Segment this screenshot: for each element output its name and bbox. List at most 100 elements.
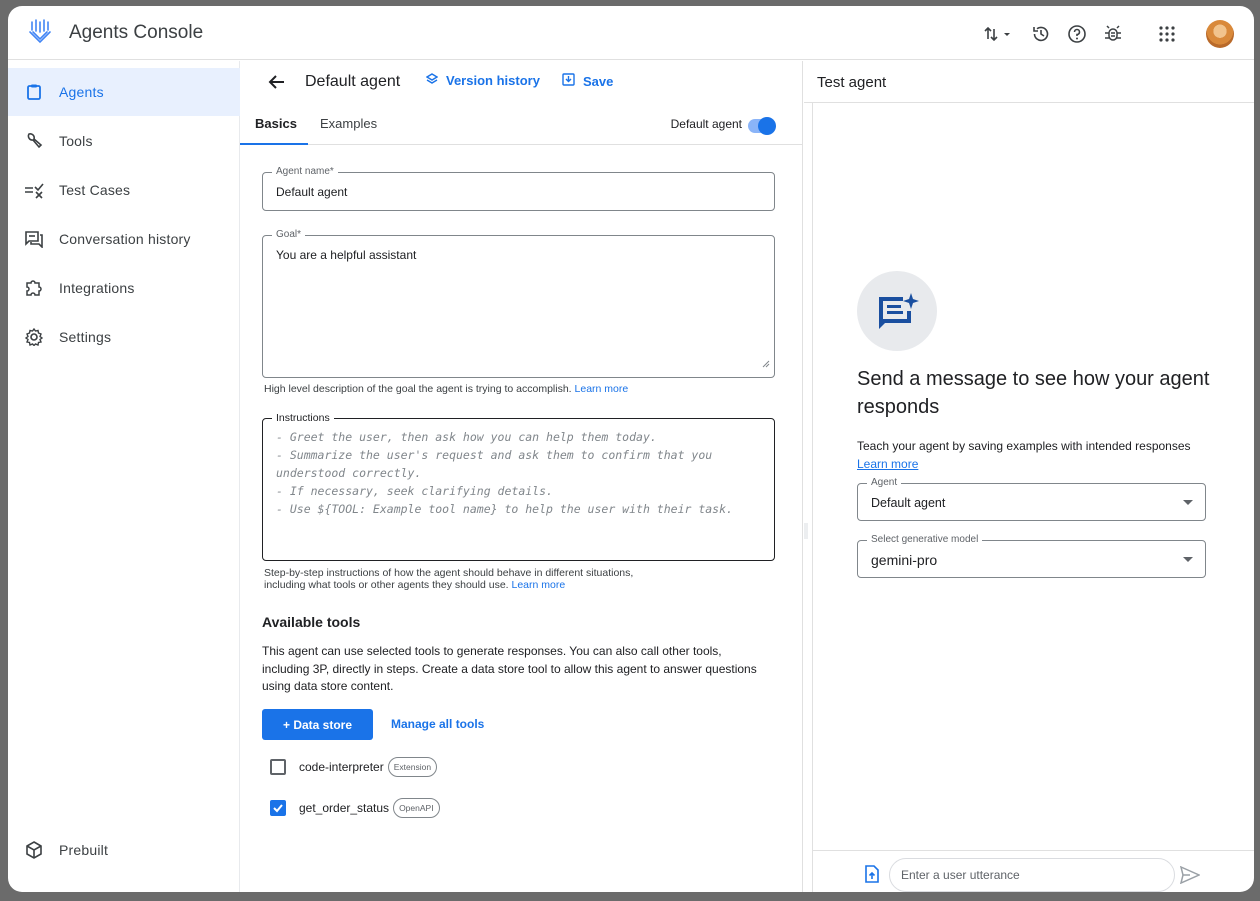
test-agent-title: Test agent	[817, 74, 887, 91]
puzzle-icon	[24, 278, 44, 298]
agent-name-field[interactable]: Agent name* Default agent	[262, 166, 775, 211]
agent-editor: Default agent Version history Save Basic…	[240, 61, 803, 892]
agent-name-label: Agent name*	[272, 166, 338, 177]
available-tools-description: This agent can use selected tools to gen…	[262, 644, 757, 693]
cube-icon	[24, 840, 44, 860]
tool-name: get_order_status	[299, 801, 390, 815]
instructions-learn-more-link[interactable]: Learn more	[512, 579, 566, 591]
layers-icon	[425, 73, 439, 88]
tab-basics[interactable]: Basics	[255, 116, 297, 131]
help-icon[interactable]	[1066, 23, 1088, 45]
goal-label: Goal*	[272, 229, 306, 240]
test-agent-input-bar: Enter a user utterance	[812, 850, 1254, 892]
sidebar-item-test-cases[interactable]: Test Cases	[8, 166, 240, 214]
tool-checkbox[interactable]	[270, 759, 286, 775]
top-actions	[982, 20, 1234, 48]
tool-type-chip: Extension	[387, 757, 438, 777]
agent-header: Default agent Version history Save	[240, 61, 802, 103]
goal-learn-more-link[interactable]: Learn more	[575, 383, 629, 395]
sidebar-item-prebuilt[interactable]: Prebuilt	[8, 826, 240, 874]
instructions-label: Instructions	[272, 412, 334, 424]
instructions-placeholder-line: - Greet the user, then ask how you can h…	[276, 430, 657, 444]
agent-select-label: Agent	[867, 477, 902, 488]
agent-select[interactable]: Agent Default agent	[857, 477, 1206, 521]
tool-row-code-interpreter: code-interpreter Extension	[270, 757, 438, 777]
save-button[interactable]: Save	[562, 73, 613, 89]
instructions-placeholder-line: - If necessary, seek clarifying details.	[276, 484, 553, 498]
apps-grid-icon[interactable]	[1156, 23, 1178, 45]
agent-tabs: Basics Examples Default agent	[240, 103, 802, 145]
sidebar-item-label: Agents	[59, 84, 104, 100]
test-agent-body: Send a message to see how your agent res…	[812, 103, 1254, 850]
manage-all-tools-link[interactable]: Manage all tools	[391, 717, 484, 731]
upload-file-icon[interactable]	[863, 865, 881, 883]
checkmark-icon	[273, 804, 283, 813]
test-agent-learn-more-link[interactable]: Learn more	[857, 457, 918, 471]
sidebar-item-agents[interactable]: Agents	[8, 68, 240, 116]
instructions-placeholder-line: - Use ${TOOL: Example tool name} to help…	[276, 502, 733, 516]
tool-checkbox[interactable]	[270, 800, 286, 816]
sidebar-item-integrations[interactable]: Integrations	[8, 264, 240, 312]
back-arrow-icon[interactable]	[266, 71, 288, 93]
send-icon[interactable]	[1179, 865, 1201, 885]
test-agent-header: Test agent	[804, 61, 1254, 103]
sidebar-item-label: Tools	[59, 133, 93, 149]
save-icon	[562, 73, 575, 89]
version-history-button[interactable]: Version history	[425, 73, 540, 88]
chevron-down-icon	[1183, 500, 1193, 505]
clipboard-icon	[24, 82, 44, 102]
instructions-placeholder-line: - Summarize the user's request and ask t…	[276, 448, 713, 462]
resize-handle-icon[interactable]	[762, 355, 770, 373]
pane-resize-handle[interactable]	[804, 521, 808, 541]
chat-history-icon	[24, 229, 44, 249]
active-tab-indicator	[240, 143, 308, 145]
goal-textarea[interactable]: You are a helpful assistant	[276, 248, 416, 262]
agent-select-value: Default agent	[871, 496, 946, 510]
default-agent-toggle[interactable]	[748, 117, 776, 135]
generative-model-label: Select generative model	[867, 534, 983, 545]
available-tools-title: Available tools	[262, 614, 361, 630]
tool-row-get-order-status: get_order_status OpenAPI	[270, 798, 440, 818]
sort-arrows-icon[interactable]	[982, 23, 1016, 45]
tool-type-chip: OpenAPI	[393, 798, 440, 818]
sidebar-item-tools[interactable]: Tools	[8, 117, 240, 165]
page-title: Default agent	[305, 73, 401, 90]
test-agent-panel: Test agent Send a message to see how you…	[804, 61, 1254, 892]
history-icon[interactable]	[1030, 23, 1052, 45]
sidebar-item-settings[interactable]: Settings	[8, 313, 240, 361]
instructions-placeholder-line: understood correctly.	[276, 466, 422, 480]
sidebar-item-conversation-history[interactable]: Conversation history	[8, 215, 240, 263]
agent-name-input[interactable]: Default agent	[276, 185, 347, 199]
checklist-icon	[24, 180, 44, 200]
sidebar-item-label: Test Cases	[59, 182, 131, 198]
instructions-helper-text: Step-by-step instructions of how the age…	[264, 567, 634, 591]
instructions-field[interactable]: Instructions - Greet the user, then ask …	[262, 412, 775, 561]
test-agent-heading: Send a message to see how your agent res…	[857, 368, 1210, 418]
agents-console-logo-icon	[26, 18, 54, 46]
chevron-down-icon	[1183, 557, 1193, 562]
sidebar-item-label: Conversation history	[59, 231, 191, 247]
app-window: Agents Console Agents Tools Test Cases C…	[8, 6, 1254, 892]
test-agent-description: Teach your agent by saving examples with…	[857, 439, 1191, 471]
top-bar: Agents Console	[8, 6, 1254, 60]
generative-model-select[interactable]: Select generative model gemini-pro	[857, 534, 1206, 578]
add-data-store-button[interactable]: + Data store	[262, 709, 373, 740]
sidebar-item-label: Integrations	[59, 280, 135, 296]
chat-sparkle-icon	[857, 271, 937, 351]
gear-icon	[24, 327, 44, 347]
generative-model-value: gemini-pro	[871, 552, 938, 568]
bug-icon[interactable]	[1102, 23, 1124, 45]
wrench-icon	[24, 131, 44, 151]
tool-name: code-interpreter	[299, 760, 384, 774]
sidebar-item-label: Settings	[59, 329, 112, 345]
sidebar: Agents Tools Test Cases Conversation his…	[8, 61, 240, 892]
instructions-textarea[interactable]: - Greet the user, then ask how you can h…	[276, 428, 733, 518]
sidebar-item-label: Prebuilt	[59, 842, 109, 858]
tab-examples[interactable]: Examples	[320, 116, 377, 131]
utterance-input[interactable]: Enter a user utterance	[889, 858, 1175, 892]
goal-helper-text: High level description of the goal the a…	[264, 383, 629, 395]
user-avatar[interactable]	[1206, 20, 1234, 48]
app-title: Agents Console	[69, 22, 204, 43]
goal-field[interactable]: Goal* You are a helpful assistant	[262, 229, 775, 378]
default-agent-toggle-label: Default agent	[670, 117, 742, 131]
